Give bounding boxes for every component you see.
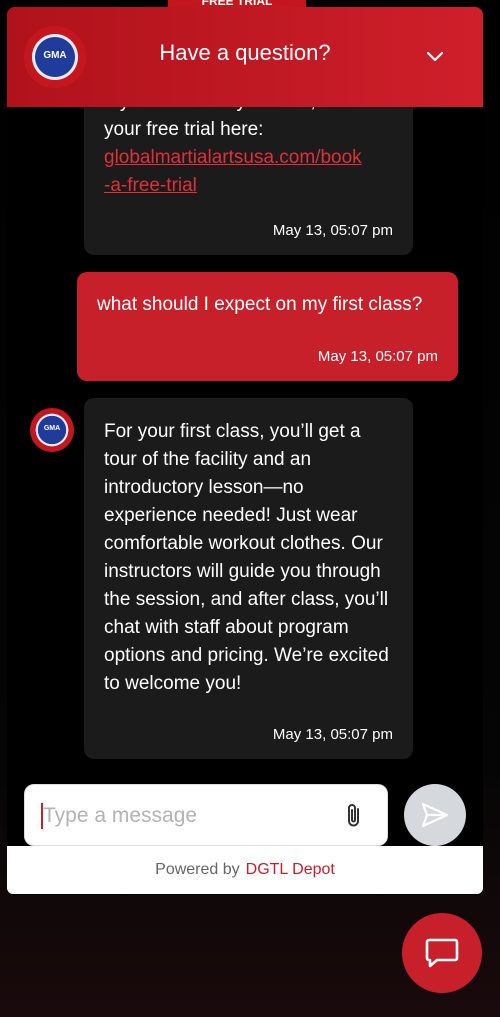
powered-by-footer: Powered by DGTL Depot xyxy=(7,846,483,894)
message-timestamp: May 13, 05:07 pm xyxy=(317,348,438,365)
user-message: what should I expect on my first class? … xyxy=(77,272,458,381)
message-text: what should I expect on my first class? xyxy=(97,294,423,315)
chat-bubble-icon xyxy=(425,938,459,968)
bot-avatar: GMA xyxy=(30,408,74,452)
chat-launcher-button[interactable] xyxy=(402,913,482,993)
message-timestamp: May 13, 05:07 pm xyxy=(272,726,393,743)
message-input[interactable] xyxy=(41,785,345,847)
message-input-box[interactable] xyxy=(24,784,388,847)
powered-by-brand-link[interactable]: DGTL Depot xyxy=(246,861,335,878)
send-icon xyxy=(421,802,449,828)
message-line: your free trial here: xyxy=(104,119,264,140)
send-button[interactable] xyxy=(404,784,466,846)
powered-by-label: Powered by xyxy=(155,861,240,878)
chat-header-overlay[interactable]: GMA Have a question? xyxy=(7,7,483,107)
free-trial-link[interactable]: globalmartialartsusa.com/book -a-free-tr… xyxy=(104,144,393,200)
message-timestamp: May 13, 05:07 pm xyxy=(272,222,393,239)
paperclip-icon[interactable] xyxy=(343,802,365,830)
bot-avatar-text: GMA xyxy=(43,424,61,432)
chevron-down-icon[interactable] xyxy=(425,47,445,67)
free-trial-link-part[interactable]: globalmartialartsusa.com/book xyxy=(104,144,393,172)
message-text: For your first class, you’ll get a tour … xyxy=(104,421,389,694)
free-trial-link-part[interactable]: -a-free-trial xyxy=(104,172,393,200)
chat-title: Have a question? xyxy=(159,40,331,65)
bot-message: For your first class, you’ll get a tour … xyxy=(84,398,413,759)
chat-page: FREE TRIAL GMA Have a question? If you'd… xyxy=(0,0,500,1017)
